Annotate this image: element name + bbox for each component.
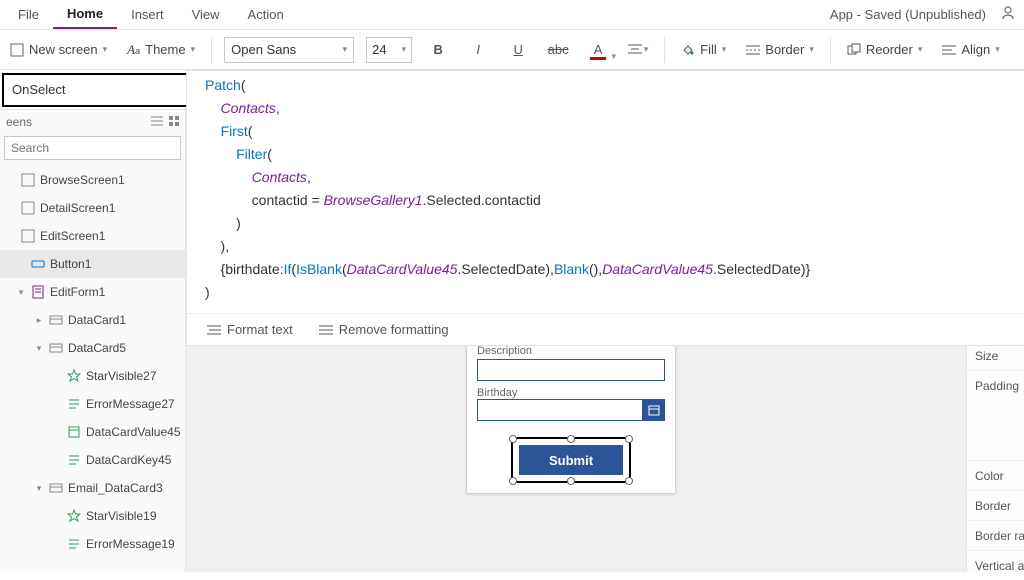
- screen-icon: [21, 229, 35, 243]
- tree-item-label: BrowseScreen1: [40, 173, 125, 187]
- card-icon: [49, 341, 63, 355]
- remove-formatting-button[interactable]: Remove formatting: [319, 322, 449, 337]
- tree-item[interactable]: ▾Email_DataCard3: [0, 474, 185, 502]
- screen-icon: [21, 173, 35, 187]
- resize-handle[interactable]: [567, 477, 575, 485]
- bold-button[interactable]: B: [424, 36, 452, 64]
- card-icon: [49, 313, 63, 327]
- tree-item[interactable]: DetailScreen1: [0, 194, 185, 222]
- tree-item-label: ErrorMessage27: [86, 397, 175, 411]
- resize-handle[interactable]: [625, 477, 633, 485]
- menu-insert[interactable]: Insert: [117, 0, 178, 29]
- prop-row[interactable]: Color: [967, 460, 1024, 490]
- strike-button[interactable]: abc: [544, 36, 572, 64]
- menu-bar: File Home Insert View Action App - Saved…: [0, 0, 1024, 30]
- prop-row[interactable]: Border rad: [967, 520, 1024, 550]
- tree-item[interactable]: StarVisible19: [0, 502, 185, 530]
- italic-button[interactable]: I: [464, 36, 492, 64]
- fill-button[interactable]: Fill▾: [677, 42, 730, 57]
- tree-item-label: DataCard1: [68, 313, 126, 327]
- fontcolor-button[interactable]: A▾: [584, 36, 612, 64]
- prop-row[interactable]: Vertical ali: [967, 550, 1024, 580]
- tree-grid-icon[interactable]: [169, 115, 179, 129]
- tree-item-label: ErrorMessage19: [86, 537, 175, 551]
- formula-bar[interactable]: Patch( Contacts, First( Filter( Contacts…: [186, 70, 1024, 346]
- font-select[interactable]: Open Sans▾: [224, 37, 354, 63]
- menu-action[interactable]: Action: [234, 0, 298, 29]
- tree-item[interactable]: StarVisible27: [0, 362, 185, 390]
- tree-item-label: StarVisible19: [86, 509, 157, 523]
- button-icon: [31, 257, 45, 271]
- tree-search-input[interactable]: [4, 136, 181, 160]
- resize-handle[interactable]: [509, 435, 517, 443]
- tree-item[interactable]: ErrorMessage27: [0, 390, 185, 418]
- prop-row[interactable]: Padding: [967, 370, 1024, 400]
- description-input[interactable]: [477, 359, 665, 381]
- tree-item-label: Email_DataCard3: [68, 481, 163, 495]
- formula-text[interactable]: Patch( Contacts, First( Filter( Contacts…: [187, 71, 1024, 313]
- form-icon: [31, 285, 45, 299]
- birthday-input[interactable]: [477, 399, 643, 421]
- resize-handle[interactable]: [625, 435, 633, 443]
- menu-view[interactable]: View: [178, 0, 234, 29]
- border-button[interactable]: Border▾: [742, 42, 818, 57]
- description-label: Description: [477, 345, 665, 357]
- property-select[interactable]: OnSelect▾: [2, 73, 216, 107]
- save-status: App - Saved (Unpublished): [830, 7, 996, 22]
- tree-item[interactable]: BrowseScreen1: [0, 166, 185, 194]
- screens-header: eens: [6, 115, 32, 129]
- tree-item[interactable]: EditScreen1: [0, 222, 185, 250]
- theme-button[interactable]: Aa Theme▾: [123, 42, 199, 58]
- tree-item[interactable]: ▾DataCard5: [0, 334, 185, 362]
- calendar-icon[interactable]: [643, 399, 665, 421]
- star-icon: [67, 369, 81, 383]
- card-icon: [49, 481, 63, 495]
- tree-item[interactable]: ▸DataCard1: [0, 306, 185, 334]
- ribbon: New screen▾ Aa Theme▾ Open Sans▾ 24▾ B I…: [0, 30, 1024, 70]
- date-icon: [67, 425, 81, 439]
- tree-item-label: EditScreen1: [40, 229, 105, 243]
- resize-handle[interactable]: [509, 477, 517, 485]
- canvas-area: Patch( Contacts, First( Filter( Contacts…: [186, 110, 966, 572]
- menu-file[interactable]: File: [4, 0, 53, 29]
- tree-item-label: DataCard5: [68, 341, 126, 355]
- tree-item-label: StarVisible27: [86, 369, 157, 383]
- align-button[interactable]: Align▾: [938, 42, 1003, 57]
- tree-item-label: Button1: [50, 257, 91, 271]
- new-screen-button[interactable]: New screen▾: [6, 42, 111, 57]
- text-icon: [67, 453, 81, 467]
- format-text-button[interactable]: Format text: [207, 322, 293, 337]
- underline-button[interactable]: U: [504, 36, 532, 64]
- birthday-label: Birthday: [477, 387, 665, 399]
- screen-icon: [21, 201, 35, 215]
- tree-item[interactable]: DataCardKey45: [0, 446, 185, 474]
- resize-handle[interactable]: [567, 435, 575, 443]
- tree-item[interactable]: Button1: [0, 250, 185, 278]
- prop-row[interactable]: Border: [967, 490, 1024, 520]
- menu-home[interactable]: Home: [53, 0, 117, 29]
- submit-button[interactable]: Submit: [519, 445, 623, 475]
- text-icon: [67, 537, 81, 551]
- tree-item-label: DataCardValue45: [86, 425, 181, 439]
- star-icon: [67, 509, 81, 523]
- tree-item-label: EditForm1: [50, 285, 105, 299]
- fontsize-select[interactable]: 24▾: [366, 37, 412, 63]
- button-selection[interactable]: Submit: [511, 437, 631, 483]
- tree-item-label: DataCardKey45: [86, 453, 171, 467]
- tree-item[interactable]: ErrorMessage19: [0, 530, 185, 558]
- tree-list-icon[interactable]: [151, 115, 163, 129]
- text-icon: [67, 397, 81, 411]
- tree-view: BrowseScreen1 DetailScreen1 EditScreen1 But…: [0, 166, 185, 572]
- screens-panel: eens BrowseScreen1 DetailScreen1 EditScree…: [0, 110, 186, 572]
- reorder-button[interactable]: Reorder▾: [843, 42, 927, 57]
- tree-item-label: DetailScreen1: [40, 201, 115, 215]
- tree-item[interactable]: DataCardValue45: [0, 418, 185, 446]
- tree-item[interactable]: ▾EditForm1: [0, 278, 185, 306]
- user-icon[interactable]: [996, 5, 1020, 24]
- textalign-button[interactable]: ▾: [624, 36, 652, 64]
